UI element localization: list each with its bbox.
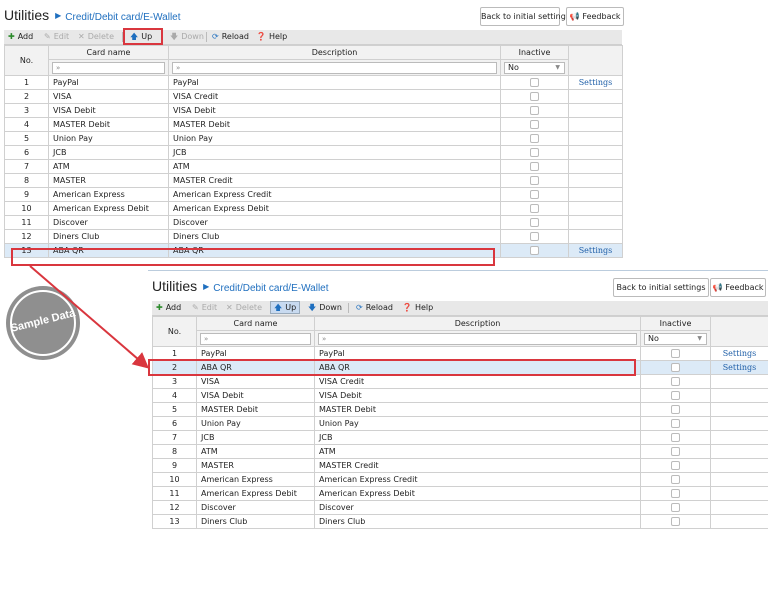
arrow-connector: [0, 0, 768, 612]
connector-arrow-icon: [30, 266, 146, 366]
